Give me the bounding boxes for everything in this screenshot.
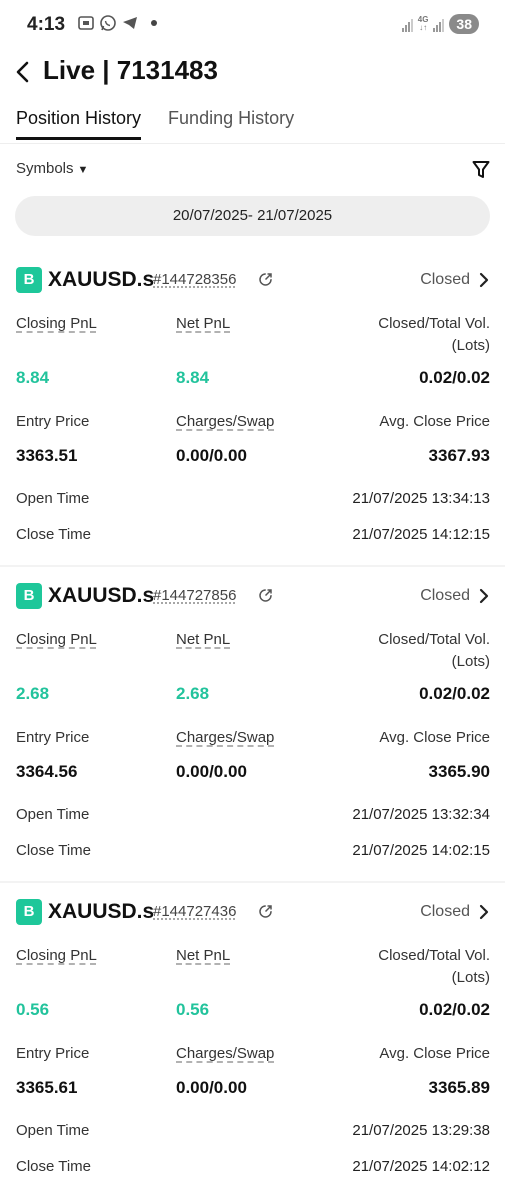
net-pnl-value: 0.56 (176, 1000, 210, 1019)
battery-indicator: 38 (449, 14, 479, 34)
entry-price-label: Entry Price (16, 1045, 90, 1062)
charges-swap-value: 0.00/0.00 (176, 446, 247, 465)
net-pnl-label[interactable]: Net PnL (176, 947, 230, 964)
page-title: Live | 7131483 (43, 55, 218, 85)
close-time-label: Close Time (16, 526, 92, 543)
close-time-label: Close Time (16, 842, 92, 859)
charges-swap-label[interactable]: Charges/Swap (176, 413, 274, 430)
signal-icon (401, 16, 413, 32)
volume-label: Closed/Total Vol. (378, 947, 490, 964)
closing-pnl-value: 8.84 (16, 368, 50, 387)
avg-close-price-label: Avg. Close Price (379, 413, 490, 430)
lots-label: (Lots) (451, 969, 490, 986)
avg-close-price-value: 3365.90 (428, 762, 490, 781)
tab-divider (0, 143, 505, 144)
buy-badge: B (16, 583, 42, 609)
card-separator (0, 565, 505, 567)
lots-label: (Lots) (451, 653, 490, 670)
signal-icon-2 (433, 16, 445, 32)
entry-price-label: Entry Price (16, 729, 90, 746)
entry-price-value: 3363.51 (16, 446, 78, 465)
closing-pnl-value: 2.68 (16, 684, 50, 703)
external-link-icon[interactable] (258, 904, 273, 919)
volume-label: Closed/Total Vol. (378, 315, 490, 332)
card-separator (0, 881, 505, 883)
close-time-value: 21/07/2025 14:02:15 (352, 842, 490, 859)
position-status: Closed (420, 903, 470, 920)
tab-funding-history[interactable]: Funding History (168, 108, 294, 140)
external-link-icon[interactable] (258, 588, 273, 603)
closing-pnl-label[interactable]: Closing PnL (16, 947, 97, 964)
tab-position-history[interactable]: Position History (16, 108, 142, 140)
avg-close-price-value: 3367.93 (428, 446, 490, 465)
whatsapp-icon (100, 15, 116, 31)
open-time-value: 21/07/2025 13:29:38 (352, 1122, 490, 1139)
avg-close-price-value: 3365.89 (428, 1078, 490, 1097)
position-card[interactable]: B XAUUSD.s #144727856 Closed Closing PnL… (0, 583, 505, 899)
app-header: Live | 7131483 (0, 55, 505, 89)
status-dot-icon (151, 20, 157, 26)
buy-badge: B (16, 267, 42, 293)
chevron-right-icon[interactable] (478, 904, 490, 920)
open-time-value: 21/07/2025 13:34:13 (352, 490, 490, 507)
telegram-icon (123, 17, 137, 29)
net-pnl-label[interactable]: Net PnL (176, 631, 230, 648)
position-symbol: XAUUSD.s (48, 584, 155, 607)
symbols-dropdown[interactable]: Symbols ▼ (16, 160, 88, 177)
lots-label: (Lots) (451, 337, 490, 354)
date-range-selector[interactable]: 20/07/2025- 21/07/2025 (15, 196, 490, 236)
closing-pnl-value: 0.56 (16, 1000, 50, 1019)
open-time-label: Open Time (16, 806, 90, 823)
system-status-icons: 4G ↓↑ 38 (401, 14, 479, 34)
avg-close-price-label: Avg. Close Price (379, 729, 490, 746)
symbols-label: Symbols (16, 160, 74, 177)
closing-pnl-label[interactable]: Closing PnL (16, 315, 97, 332)
open-time-label: Open Time (16, 1122, 90, 1139)
net-pnl-label[interactable]: Net PnL (176, 315, 230, 332)
charges-swap-value: 0.00/0.00 (176, 762, 247, 781)
close-time-value: 21/07/2025 14:02:12 (352, 1158, 490, 1175)
charges-swap-label[interactable]: Charges/Swap (176, 1045, 274, 1062)
tab-bar: Position History Funding History (16, 108, 294, 140)
position-symbol: XAUUSD.s (48, 268, 155, 291)
avg-close-price-label: Avg. Close Price (379, 1045, 490, 1062)
network-type: 4G ↓↑ (417, 15, 429, 32)
screenshot-icon (78, 16, 94, 30)
entry-price-value: 3364.56 (16, 762, 78, 781)
status-time: 4:13 (27, 14, 66, 35)
close-time-value: 21/07/2025 14:12:15 (352, 526, 490, 543)
position-card[interactable]: B XAUUSD.s #144728356 Closed Closing PnL… (0, 267, 505, 583)
net-pnl-value: 8.84 (176, 368, 210, 387)
open-time-label: Open Time (16, 490, 90, 507)
position-status: Closed (420, 271, 470, 288)
back-arrow-icon[interactable] (12, 57, 34, 87)
open-time-value: 21/07/2025 13:32:34 (352, 806, 490, 823)
order-id-link[interactable]: #144728356 (153, 271, 236, 288)
position-card[interactable]: B XAUUSD.s #144727436 Closed Closing PnL… (0, 899, 505, 1200)
volume-value: 0.02/0.02 (419, 684, 490, 703)
charges-swap-value: 0.00/0.00 (176, 1078, 247, 1097)
buy-badge: B (16, 899, 42, 925)
closing-pnl-label[interactable]: Closing PnL (16, 631, 97, 648)
filter-row: Symbols ▼ (16, 160, 490, 188)
filter-icon[interactable] (472, 160, 490, 180)
volume-label: Closed/Total Vol. (378, 631, 490, 648)
position-status: Closed (420, 587, 470, 604)
entry-price-label: Entry Price (16, 413, 90, 430)
notification-icons (77, 14, 157, 32)
volume-value: 0.02/0.02 (419, 368, 490, 387)
entry-price-value: 3365.61 (16, 1078, 78, 1097)
chevron-right-icon[interactable] (478, 272, 490, 288)
external-link-icon[interactable] (258, 272, 273, 287)
status-bar: 4:13 4G ↓↑ 38 (0, 0, 505, 50)
chevron-right-icon[interactable] (478, 588, 490, 604)
order-id-link[interactable]: #144727436 (153, 903, 236, 920)
order-id-link[interactable]: #144727856 (153, 587, 236, 604)
close-time-label: Close Time (16, 1158, 92, 1175)
position-symbol: XAUUSD.s (48, 900, 155, 923)
charges-swap-label[interactable]: Charges/Swap (176, 729, 274, 746)
net-pnl-value: 2.68 (176, 684, 210, 703)
caret-down-icon: ▼ (77, 164, 89, 176)
volume-value: 0.02/0.02 (419, 1000, 490, 1019)
